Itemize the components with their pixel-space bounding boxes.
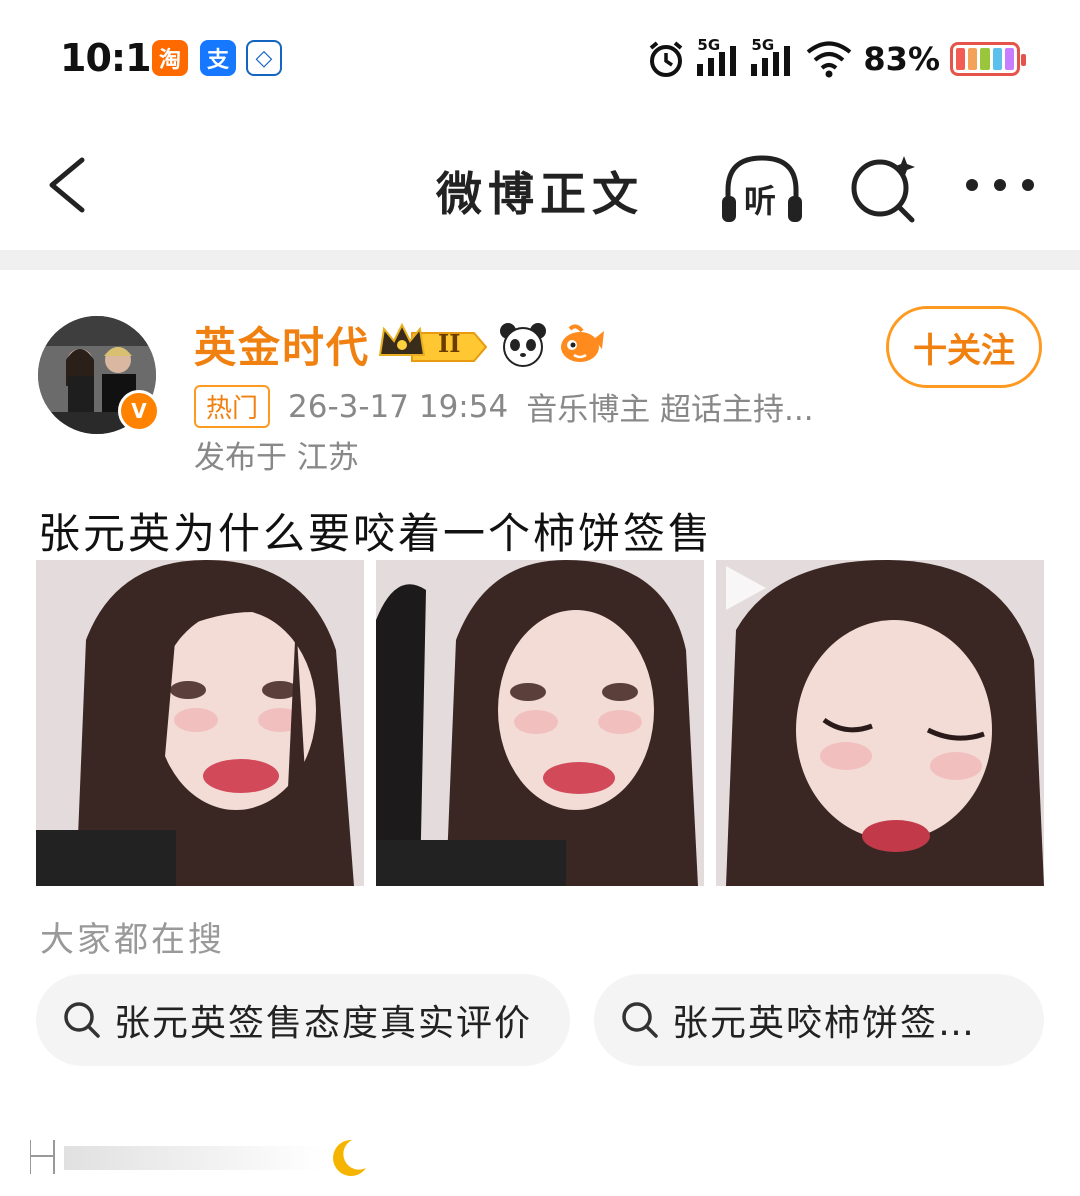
post-photo-2[interactable] (376, 560, 704, 886)
follow-label: 十关注 (913, 330, 1015, 371)
more-options-button[interactable] (960, 160, 1040, 210)
search-icon (64, 1002, 100, 1038)
crown-icon (378, 322, 488, 362)
hot-tag-badge: 热门 (194, 385, 271, 428)
post-photo-1[interactable] (36, 560, 364, 886)
photo-grid (36, 560, 1044, 886)
panda-icon (500, 323, 547, 367)
username[interactable]: 英金时代 (194, 314, 370, 375)
alipay-icon: 支 (200, 40, 236, 76)
signal-5g-1: 5G (697, 36, 741, 80)
vip-crown-badge[interactable]: II (378, 319, 490, 369)
play-icon[interactable] (716, 560, 772, 616)
nav-bar: 微博正文 听 (0, 120, 1080, 250)
search-icon (622, 1002, 658, 1038)
alarm-icon (650, 41, 683, 77)
search-suggestion-text: 张元英咬柿饼签… (672, 1003, 977, 1044)
status-indicators: 5G 5G 83% (645, 36, 1026, 80)
search-suggestion-chip[interactable]: 张元英咬柿饼签… (594, 974, 1044, 1066)
signal-bars-icon (751, 46, 791, 76)
partial-footer-element (30, 1139, 366, 1176)
search-button[interactable] (846, 148, 926, 228)
wifi-icon (807, 41, 852, 78)
verified-badge-icon: V (118, 390, 160, 432)
battery-percent: 83% (863, 40, 940, 78)
post-photo-3[interactable] (716, 560, 1044, 886)
trending-search-heading: 大家都在搜 (40, 920, 225, 960)
status-bar: 10:14 淘 支 ◇ 5G 5G 83% (0, 0, 1080, 120)
author-tags: 音乐博主 超话主持... (526, 392, 814, 428)
user-row: 英金时代 II (194, 312, 606, 376)
battery-icon (950, 42, 1026, 76)
post-meta: 热门 26-3-17 19:54 音乐博主 超话主持... (194, 384, 814, 429)
search-suggestion-text: 张元英签售态度真实评价 (114, 1003, 533, 1044)
section-divider (0, 250, 1080, 270)
level-badge-text: II (438, 329, 461, 358)
listen-button[interactable]: 听 (718, 148, 806, 228)
taobao-icon: 淘 (152, 40, 188, 76)
signal-bars-icon (697, 46, 737, 76)
post-text[interactable]: 张元英为什么要咬着一个柿饼签售 (38, 500, 713, 561)
search-suggestion-chip[interactable]: 张元英签售态度真实评价 (36, 974, 570, 1066)
listen-label: 听 (744, 182, 777, 220)
signal-5g-2: 5G (751, 36, 795, 80)
fish-icon (561, 324, 605, 362)
follow-button[interactable]: 十关注 (886, 306, 1042, 388)
post-timestamp: 26-3-17 19:54 (288, 388, 509, 425)
bank-icon: ◇ (246, 40, 282, 76)
post-location: 发布于 江苏 (194, 440, 359, 476)
